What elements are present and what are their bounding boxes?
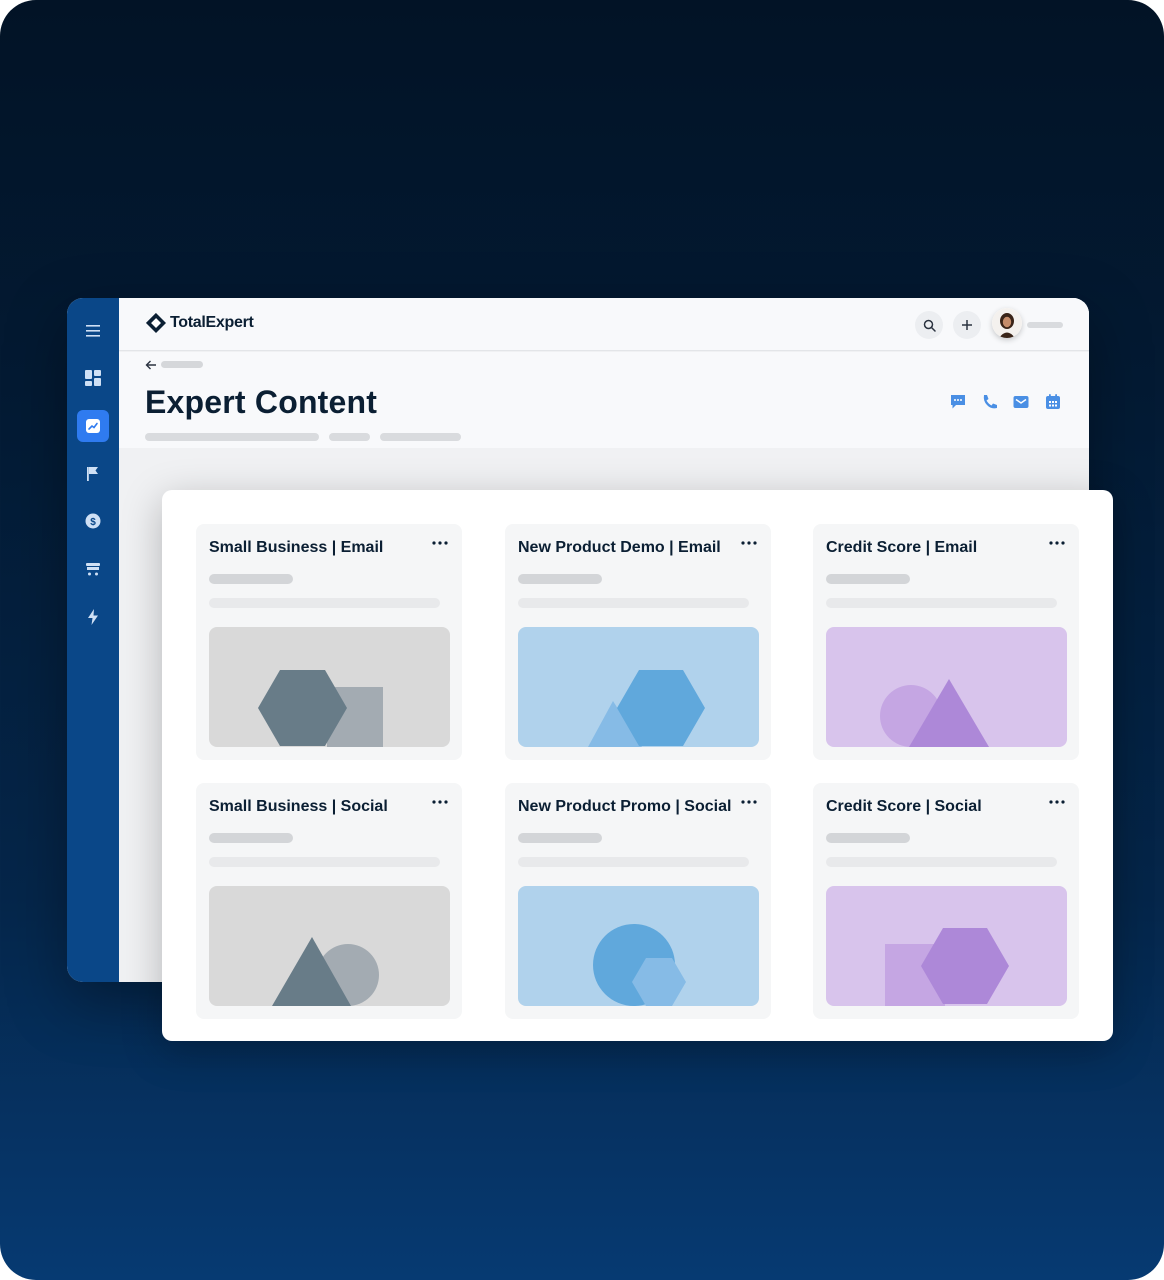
phone-button[interactable]	[980, 392, 1000, 412]
cart-icon	[86, 563, 100, 576]
logo-text: TotalExpert	[170, 314, 254, 331]
flag-icon	[87, 467, 98, 481]
calendar-button[interactable]	[1043, 392, 1063, 412]
card-thumbnail	[826, 627, 1067, 747]
text-placeholder	[518, 857, 749, 867]
avatar-icon	[992, 308, 1022, 338]
card-thumbnail	[518, 627, 759, 747]
content-panel: Small Business | Email New Product Demo …	[162, 490, 1113, 1041]
back-button[interactable]	[145, 358, 157, 376]
card-thumbnail	[518, 886, 759, 1006]
menu-icon	[86, 325, 100, 337]
subtitle-placeholder	[329, 433, 370, 441]
more-horizontal-icon	[432, 541, 448, 545]
phone-icon	[983, 395, 997, 409]
sidebar-item-finance[interactable]: $	[77, 505, 109, 537]
sidebar: $	[67, 298, 119, 982]
more-horizontal-icon	[1049, 800, 1065, 804]
card-title: New Product Demo | Email	[518, 539, 721, 556]
content-card[interactable]: Small Business | Social	[196, 783, 462, 1019]
text-placeholder	[518, 598, 749, 608]
more-horizontal-icon	[741, 800, 757, 804]
page-header: Expert Content	[119, 352, 1089, 448]
plus-icon	[962, 320, 972, 330]
search-icon	[923, 319, 936, 332]
card-thumbnail	[209, 627, 450, 747]
content-card[interactable]: New Product Promo | Social	[505, 783, 771, 1019]
text-placeholder	[209, 598, 440, 608]
text-placeholder	[826, 857, 1057, 867]
sidebar-item-campaigns[interactable]	[77, 458, 109, 490]
card-title: Credit Score | Social	[826, 798, 982, 815]
card-title: Credit Score | Email	[826, 539, 978, 556]
card-title: Small Business | Email	[209, 539, 384, 556]
chat-button[interactable]	[948, 392, 968, 412]
more-options-button[interactable]	[740, 795, 758, 809]
card-title: New Product Promo | Social	[518, 798, 732, 815]
card-title: Small Business | Social	[209, 798, 388, 815]
more-horizontal-icon	[432, 800, 448, 804]
user-avatar[interactable]	[992, 308, 1022, 338]
content-card[interactable]: Credit Score | Email	[813, 524, 1079, 760]
sidebar-menu-button[interactable]	[77, 315, 109, 347]
more-horizontal-icon	[741, 541, 757, 545]
svg-text:$: $	[90, 517, 96, 528]
trend-chart-icon	[86, 419, 100, 433]
more-horizontal-icon	[1049, 541, 1065, 545]
arrow-left-icon	[145, 360, 156, 370]
dashboard-icon	[85, 370, 101, 386]
text-placeholder	[518, 833, 602, 843]
dollar-icon: $	[85, 513, 101, 529]
more-options-button[interactable]	[431, 536, 449, 550]
email-button[interactable]	[1011, 392, 1031, 412]
background-frame: $ TotalExpert Expert Content Small Busin…	[0, 0, 1164, 1280]
card-thumbnail	[826, 886, 1067, 1006]
sidebar-item-dashboard[interactable]	[77, 362, 109, 394]
text-placeholder	[209, 833, 293, 843]
sidebar-item-automation[interactable]	[77, 601, 109, 633]
calendar-icon	[1046, 394, 1060, 409]
text-placeholder	[518, 574, 602, 584]
logo-diamond-icon	[146, 313, 166, 333]
more-options-button[interactable]	[1048, 536, 1066, 550]
mail-icon	[1013, 396, 1029, 408]
breadcrumb	[161, 361, 203, 368]
lightning-icon	[88, 609, 98, 625]
content-card[interactable]: Small Business | Email	[196, 524, 462, 760]
top-bar: TotalExpert	[119, 298, 1089, 351]
text-placeholder	[209, 857, 440, 867]
content-card[interactable]: New Product Demo | Email	[505, 524, 771, 760]
card-thumbnail	[209, 886, 450, 1006]
subtitle-placeholder	[380, 433, 461, 441]
page-title: Expert Content	[145, 384, 378, 420]
text-placeholder	[209, 574, 293, 584]
more-options-button[interactable]	[740, 536, 758, 550]
chat-icon	[951, 395, 965, 409]
add-button[interactable]	[953, 311, 981, 339]
text-placeholder	[826, 833, 910, 843]
content-card[interactable]: Credit Score | Social	[813, 783, 1079, 1019]
text-placeholder	[826, 598, 1057, 608]
more-options-button[interactable]	[1048, 795, 1066, 809]
sidebar-item-marketplace[interactable]	[77, 553, 109, 585]
sidebar-item-content[interactable]	[77, 410, 109, 442]
logo[interactable]: TotalExpert	[145, 312, 254, 334]
search-button[interactable]	[915, 311, 943, 339]
subtitle-placeholder	[145, 433, 319, 441]
more-options-button[interactable]	[431, 795, 449, 809]
text-placeholder	[826, 574, 910, 584]
user-name-placeholder	[1027, 322, 1063, 328]
